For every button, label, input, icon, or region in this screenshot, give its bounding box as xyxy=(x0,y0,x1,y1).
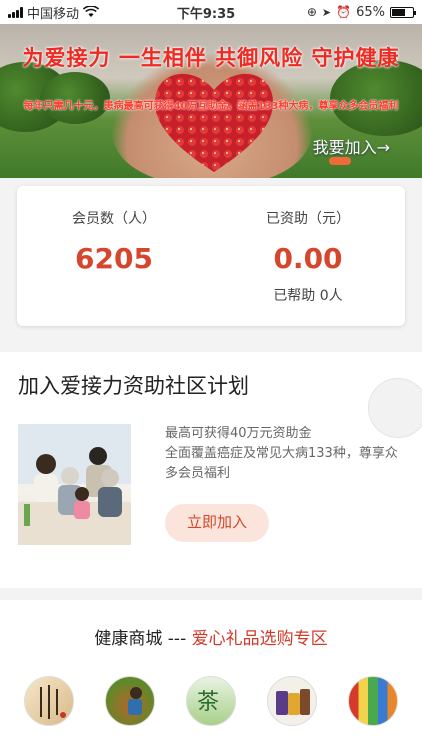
location-icon: ➤ xyxy=(321,5,332,19)
battery-percent: 65% xyxy=(356,4,385,20)
shop-title-accent[interactable]: 爱心礼品选购专区 xyxy=(192,629,328,649)
hero-banner[interactable]: 为爱接力 一生相伴 共御风险 守护健康 每年只需几十元，患病最高可获得40万互助… xyxy=(0,24,422,178)
rotation-lock-icon: ⊕ xyxy=(306,5,317,19)
floating-action-button[interactable] xyxy=(368,378,422,438)
plan-benefit-max: 最高可获得40万元资助金 xyxy=(165,426,312,441)
join-link[interactable]: 我要加入→ xyxy=(313,134,390,158)
plan-title: 加入爱接力资助社区计划 xyxy=(18,374,249,398)
svg-text:茶: 茶 xyxy=(197,690,219,715)
members-count: 6205 xyxy=(75,242,153,275)
plan-benefit-coverage: 全面覆盖癌症及常见大病133种，尊享众多会员福利 xyxy=(165,446,398,481)
join-now-button[interactable]: 立即加入 xyxy=(165,504,269,542)
plan-section: 加入爱接力资助社区计划 最高可获得40万元资助金 全面覆盖癌症及常见大病133种… xyxy=(0,352,422,588)
battery-icon xyxy=(390,6,416,18)
shop-section: 健康商城 --- 爱心礼品选购专区 茶 xyxy=(0,600,422,750)
carrier-label: 中国移动 xyxy=(27,6,80,22)
funded-label: 已资助（元） xyxy=(266,211,350,227)
status-bar: 中国移动 下午9:35 ⊕ ➤ ⏰ 65% xyxy=(0,0,422,24)
shop-title-prefix: 健康商城 --- xyxy=(94,629,192,649)
stats-card: 会员数（人） 6205 已资助（元） 0.00 已帮助 0人 xyxy=(17,186,405,326)
product-tea-cup[interactable]: 茶 xyxy=(185,676,236,726)
product-tea-harvest[interactable] xyxy=(104,676,155,726)
family-photo xyxy=(18,424,131,545)
clock: 下午9:35 xyxy=(176,6,236,22)
signal-icon xyxy=(8,6,23,18)
funded-amount: 0.00 xyxy=(273,242,343,275)
helped-count: 已帮助 0人 xyxy=(273,288,343,304)
carousel-indicator[interactable] xyxy=(329,157,351,165)
shop-title: 健康商城 --- 爱心礼品选购专区 xyxy=(0,624,422,649)
product-health-supplements[interactable] xyxy=(267,676,318,726)
wifi-icon xyxy=(83,6,100,17)
strawberry-heart-image xyxy=(154,73,274,172)
product-supermarket[interactable] xyxy=(348,676,399,726)
banner-headline: 为爱接力 一生相伴 共御风险 守护健康 xyxy=(22,46,400,70)
banner-subline: 每年只需几十元，患病最高可获得40万互助金，涵盖133种大病，尊享众多会员福利 xyxy=(23,101,399,112)
members-label: 会员数（人） xyxy=(72,211,156,227)
product-calligraphy[interactable] xyxy=(23,676,74,726)
alarm-icon: ⏰ xyxy=(336,5,352,19)
